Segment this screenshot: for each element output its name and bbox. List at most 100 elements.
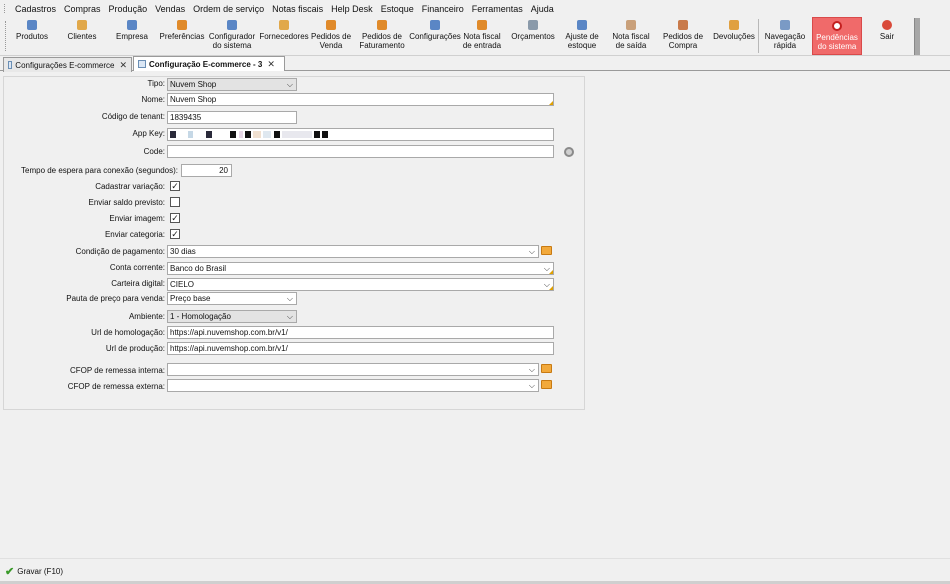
ambiente-select[interactable]: 1 - Homologação ⌵ xyxy=(167,310,297,323)
chevron-down-icon: ⌵ xyxy=(286,312,293,321)
toolbar-button-invoice-in[interactable]: Nota fiscal de entrada xyxy=(460,17,504,55)
tab-configuracao-ecommerce-3[interactable]: Configuração E-commerce - 3 ✕ xyxy=(133,56,285,71)
save-button[interactable]: ✔ Gravar (F10) xyxy=(5,565,63,578)
toolbar-button-quick-nav[interactable]: Navegação rápida xyxy=(760,17,810,55)
url-producao-value: https://api.nuvemshop.com.br/v1/ xyxy=(170,344,288,353)
menu-notas-fiscais[interactable]: Notas fiscais xyxy=(268,4,327,14)
pending-alert-icon xyxy=(832,21,842,31)
toolbar-button-label: Sair xyxy=(879,32,895,41)
toolbar-button-label: Pendências do sistema xyxy=(816,33,858,51)
sales-orders-icon xyxy=(326,20,336,30)
menu-help-desk[interactable]: Help Desk xyxy=(327,4,377,14)
exit-icon xyxy=(882,20,892,30)
toolbar-button-label: Ajuste de estoque xyxy=(565,32,599,50)
menu-financeiro[interactable]: Financeiro xyxy=(418,4,468,14)
menu-ordem-servico[interactable]: Ordem de serviço xyxy=(189,4,268,14)
condicao-pagamento-value: 30 dias xyxy=(170,247,196,256)
document-tabs: Configurações E-commerce ✕ Configuração … xyxy=(0,56,950,72)
menu-cadastros[interactable]: Cadastros xyxy=(11,4,60,14)
main-toolbar: Produtos Clientes Empresa Preferências Confi… xyxy=(0,17,950,56)
conta-corrente-select[interactable]: Banco do Brasil ⌵ xyxy=(167,262,554,275)
menu-producao[interactable]: Produção xyxy=(105,4,152,14)
tenant-input[interactable]: 1839435 xyxy=(167,111,297,124)
enviar-imagem-checkbox[interactable]: ✓ xyxy=(170,213,180,223)
toolbar-button-label: Produtos xyxy=(15,32,49,41)
folder-search-icon[interactable] xyxy=(541,246,552,255)
invoice-in-icon xyxy=(477,20,487,30)
cfop-externa-select[interactable]: ⌵ xyxy=(167,379,539,392)
url-producao-input[interactable]: https://api.nuvemshop.com.br/v1/ xyxy=(167,342,554,355)
tipo-select[interactable]: Nuvem Shop ⌵ xyxy=(167,78,297,91)
close-icon[interactable]: ✕ xyxy=(267,59,275,70)
cadastrar-variacao-label: Cadastrar variação: xyxy=(95,182,165,191)
condicao-pagamento-select[interactable]: 30 dias ⌵ xyxy=(167,245,539,258)
toolbar-button-preferences[interactable]: Preferências xyxy=(158,17,206,55)
toolbar-button-sales-orders[interactable]: Pedidos de Venda xyxy=(309,17,353,55)
timeout-input[interactable]: 20 xyxy=(181,164,232,177)
menu-compras[interactable]: Compras xyxy=(60,4,105,14)
toolbar-button-label: Configurações xyxy=(409,32,461,41)
close-icon[interactable]: ✕ xyxy=(119,60,127,71)
enviar-imagem-label: Enviar imagem: xyxy=(109,214,165,223)
toolbar-button-settings[interactable]: Configurações xyxy=(408,17,462,55)
preferences-icon xyxy=(177,20,187,30)
chevron-down-icon: ⌵ xyxy=(528,247,535,256)
toolbar-button-company[interactable]: Empresa xyxy=(112,17,152,55)
folder-search-icon[interactable] xyxy=(541,364,552,373)
code-input[interactable] xyxy=(167,145,554,158)
cfop-interna-label: CFOP de remessa interna: xyxy=(69,366,165,375)
menu-ferramentas[interactable]: Ferramentas xyxy=(468,4,527,14)
enviar-saldo-label: Enviar saldo previsto: xyxy=(88,198,165,207)
toolbar-button-pending-alert[interactable]: Pendências do sistema xyxy=(812,17,862,55)
timeout-label: Tempo de espera para conexão (segundos): xyxy=(21,166,178,175)
chevron-down-icon: ⌵ xyxy=(528,381,535,390)
toolbar-button-exit[interactable]: Sair xyxy=(866,17,908,55)
toolbar-button-quotes[interactable]: Orçamentos xyxy=(510,17,556,55)
carteira-digital-select[interactable]: CIELO ⌵ xyxy=(167,278,554,291)
toolbar-button-customers[interactable]: Clientes xyxy=(64,17,100,55)
required-marker xyxy=(549,101,553,105)
quick-nav-icon xyxy=(780,20,790,30)
code-label: Code: xyxy=(143,147,165,156)
menu-estoque[interactable]: Estoque xyxy=(377,4,418,14)
menu-vendas[interactable]: Vendas xyxy=(151,4,189,14)
pauta-preco-label: Pauta de preço para venda: xyxy=(66,294,165,303)
menu-bar: Cadastros Compras Produção Vendas Ordem … xyxy=(0,0,950,17)
toolbar-button-label: Pedidos de Compra xyxy=(662,32,704,50)
chevron-down-icon: ⌵ xyxy=(286,80,293,89)
enviar-saldo-checkbox[interactable] xyxy=(170,197,180,207)
conta-corrente-value: Banco do Brasil xyxy=(170,264,227,273)
toolbar-button-suppliers[interactable]: Fornecedores xyxy=(258,17,310,55)
toolbar-button-label: Pedidos de Venda xyxy=(310,32,352,50)
toolbar-button-billing-orders[interactable]: Pedidos de Faturamento xyxy=(356,17,408,55)
required-marker xyxy=(549,270,553,274)
chevron-down-icon: ⌵ xyxy=(286,294,293,303)
condicao-pagamento-label: Condição de pagamento: xyxy=(75,247,165,256)
tab-configuracoes-ecommerce[interactable]: Configurações E-commerce ✕ xyxy=(3,57,132,72)
menu-ajuda[interactable]: Ajuda xyxy=(527,4,558,14)
carteira-digital-label: Carteira digital: xyxy=(111,279,165,288)
url-producao-label: Url de produção: xyxy=(105,344,165,353)
toolbar-button-returns[interactable]: Devoluções xyxy=(710,17,758,55)
toolbar-button-label: Fornecedores xyxy=(259,32,309,41)
company-icon xyxy=(127,20,137,30)
toolbar-button-stock-adjust[interactable]: Ajuste de estoque xyxy=(559,17,605,55)
toolbar-button-invoice-out[interactable]: Nota fiscal de saída xyxy=(608,17,654,55)
toolbar-button-purchase-orders[interactable]: Pedidos de Compra xyxy=(659,17,707,55)
enviar-categoria-label: Enviar categoria: xyxy=(104,230,165,239)
tenant-value: 1839435 xyxy=(170,113,202,122)
appkey-label: App Key: xyxy=(132,129,165,138)
url-homologacao-input[interactable]: https://api.nuvemshop.com.br/v1/ xyxy=(167,326,554,339)
tab-label: Configuração E-commerce - 3 xyxy=(149,59,263,69)
toolbar-button-label: Orçamentos xyxy=(511,32,555,41)
toolbar-button-system-config[interactable]: Configurador do sistema xyxy=(206,17,258,55)
cfop-interna-select[interactable]: ⌵ xyxy=(167,363,539,376)
pauta-preco-select[interactable]: Preço base ⌵ xyxy=(167,292,297,305)
gear-icon[interactable] xyxy=(564,147,574,157)
enviar-categoria-checkbox[interactable]: ✓ xyxy=(170,229,180,239)
cadastrar-variacao-checkbox[interactable]: ✓ xyxy=(170,181,180,191)
folder-search-icon[interactable] xyxy=(541,380,552,389)
appkey-input[interactable] xyxy=(167,128,554,141)
nome-input[interactable]: Nuvem Shop xyxy=(167,93,554,106)
toolbar-button-products[interactable]: Produtos xyxy=(14,17,50,55)
